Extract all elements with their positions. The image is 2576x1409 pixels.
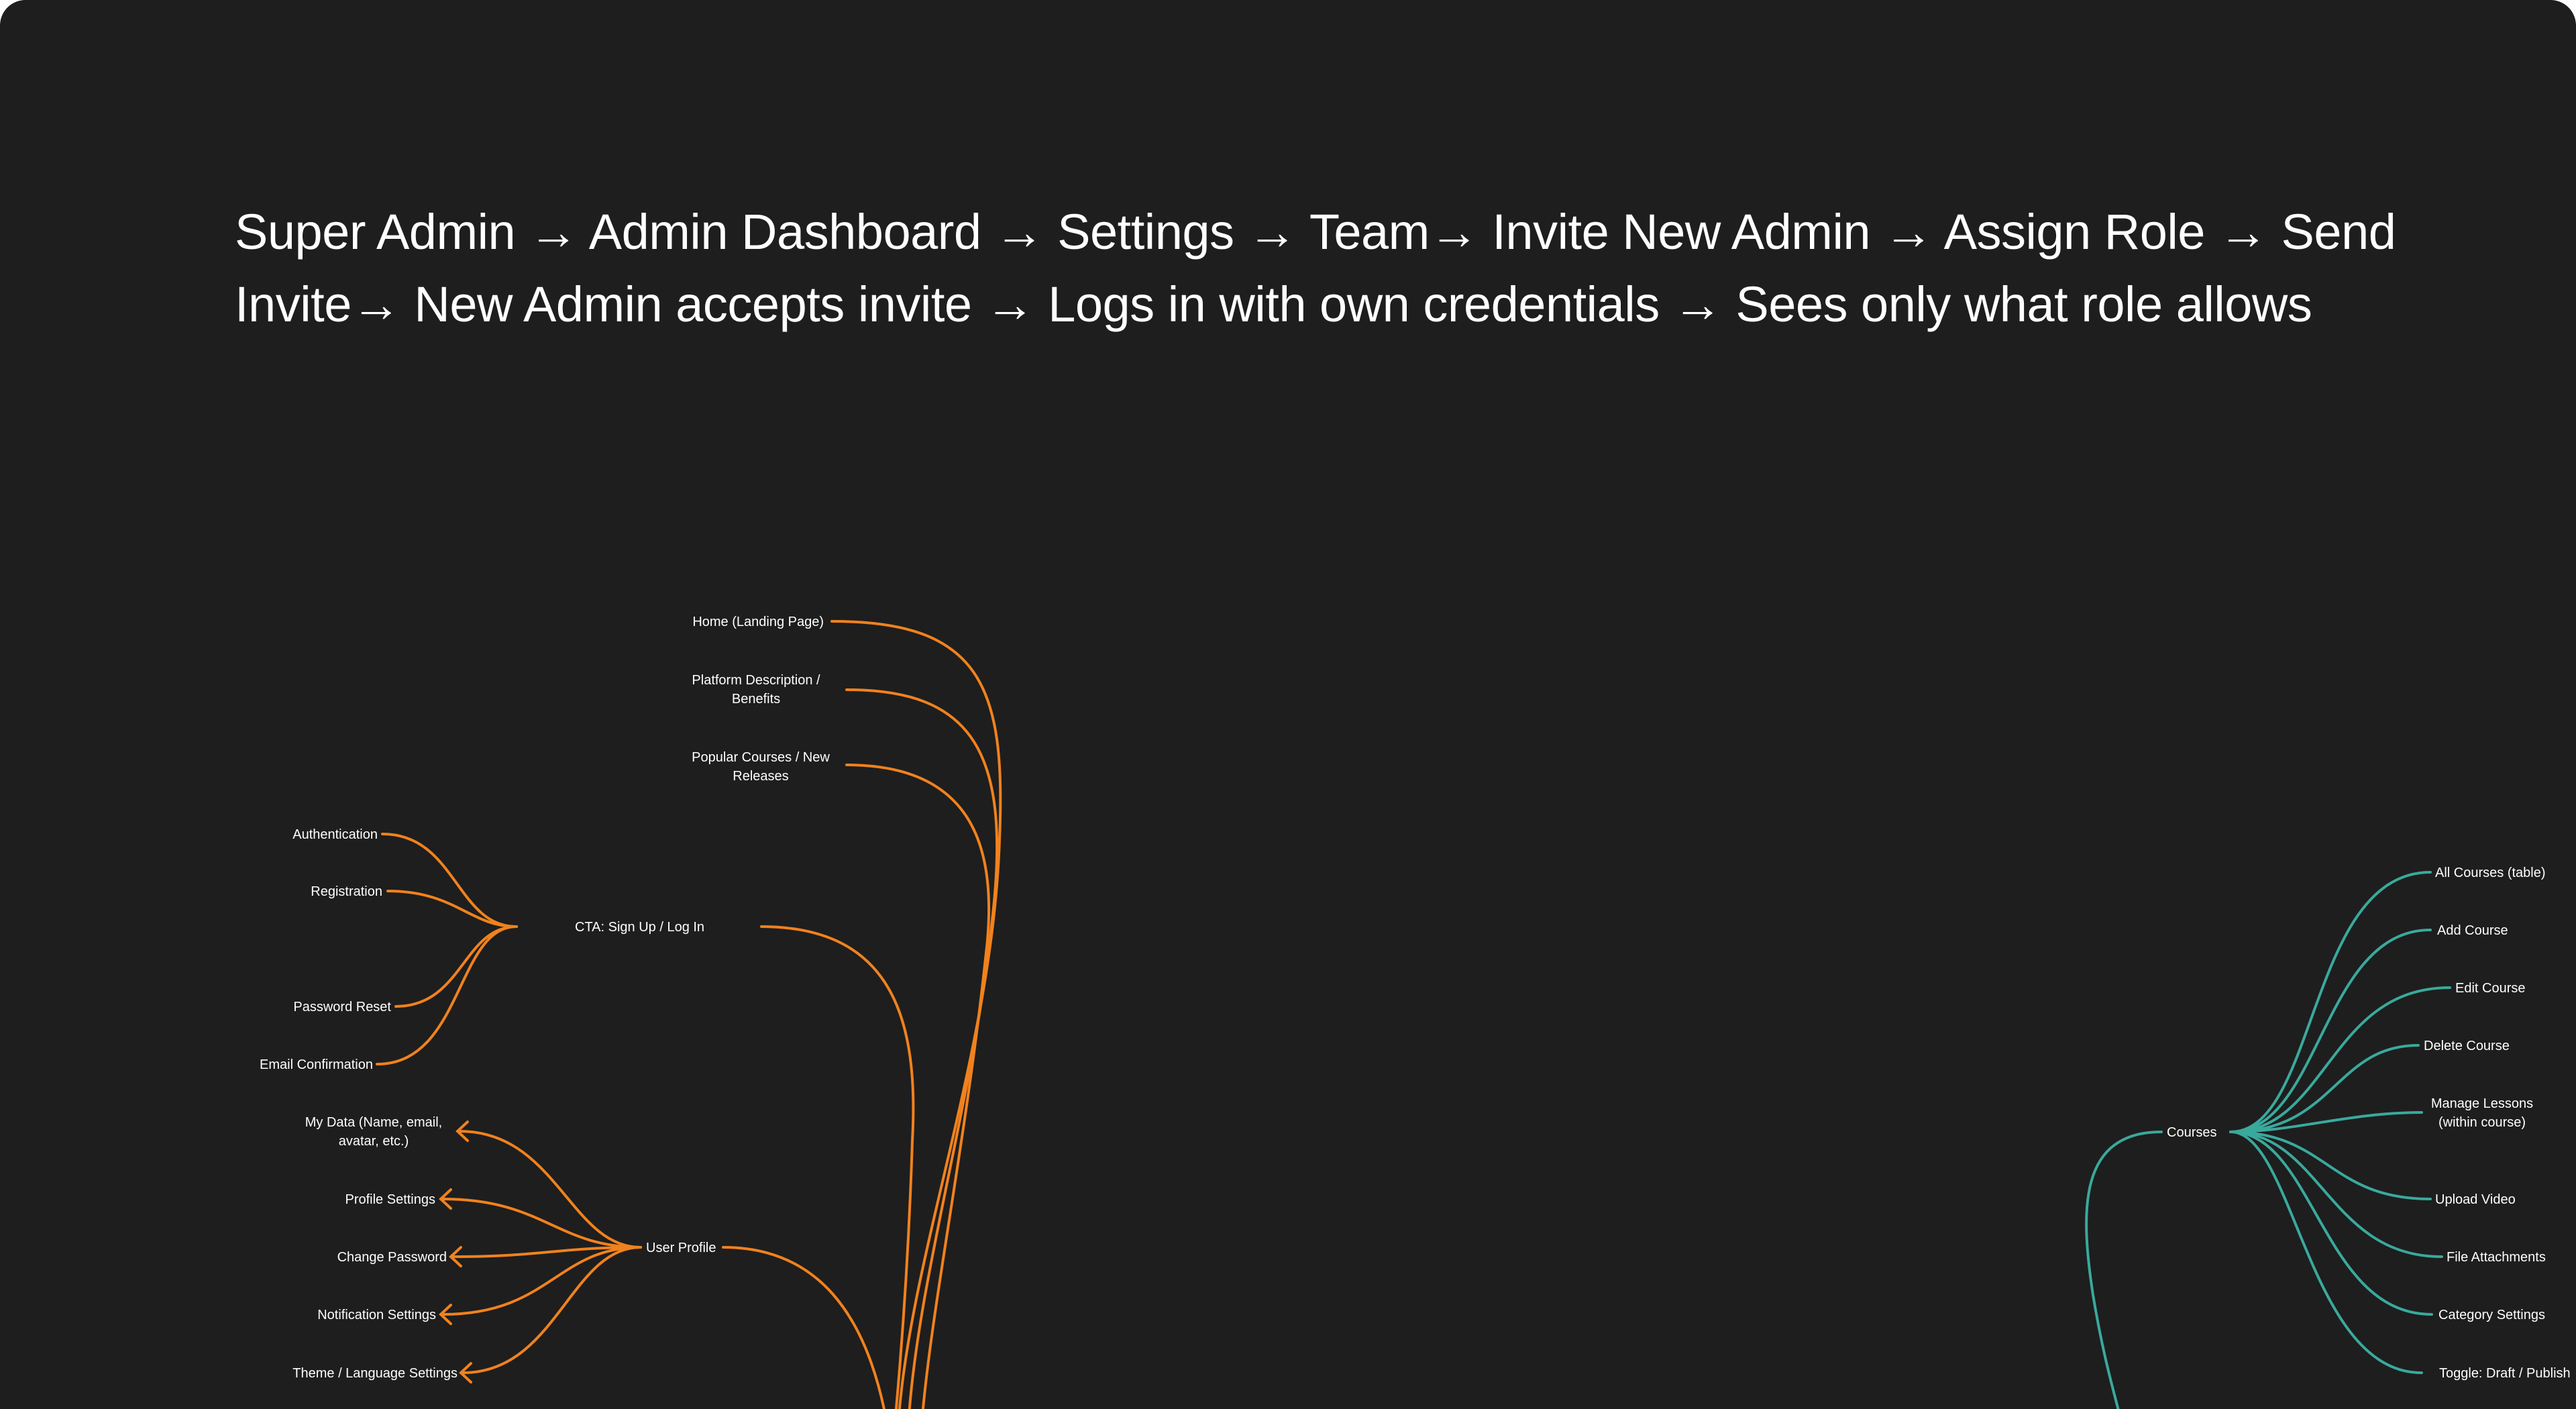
connector-add-course (2229, 929, 2432, 1133)
node-email-confirmation: Email Confirmation (260, 1057, 373, 1072)
mind-map: Home (Landing Page) Platform Description… (260, 615, 2571, 1409)
node-my-data-line-2: avatar, etc.) (339, 1134, 409, 1149)
node-cta: CTA: Sign Up / Log In (575, 920, 704, 935)
node-platform-line-1: Platform Description / (692, 673, 820, 688)
node-my-data-line-1: My Data (Name, email, (305, 1115, 443, 1130)
connector-toggle-publish (2229, 1131, 2423, 1374)
connector-all-courses (2229, 871, 2432, 1133)
node-popular-line-1: Popular Courses / New (692, 750, 830, 765)
orange-branch-connectors (376, 620, 1002, 1409)
connector-edit-course (2229, 986, 2451, 1133)
node-all-courses: All Courses (table) (2435, 866, 2546, 880)
connector-cta (760, 925, 915, 1409)
node-upload-video: Upload Video (2435, 1192, 2516, 1207)
orange-branch-labels: Home (Landing Page) Platform Description… (260, 615, 830, 1381)
connector-courses-root (2085, 1131, 2163, 1409)
connector-registration (386, 890, 518, 928)
node-theme-language: Theme / Language Settings (292, 1366, 458, 1381)
node-home: Home (Landing Page) (692, 615, 824, 629)
node-change-password: Change Password (337, 1250, 447, 1265)
node-edit-course: Edit Course (2455, 981, 2526, 996)
node-platform-line-2: Benefits (732, 692, 780, 707)
connector-email-confirmation (376, 925, 518, 1065)
connector-delete-course (2229, 1044, 2420, 1133)
node-password-reset: Password Reset (293, 1000, 391, 1014)
node-manage-lessons-line-1: Manage Lessons (2431, 1096, 2533, 1111)
connector-file-attachments (2229, 1131, 2443, 1258)
node-authentication: Authentication (292, 827, 378, 842)
node-add-course: Add Course (2437, 923, 2508, 938)
connector-my-data (458, 1130, 642, 1249)
connector-home (830, 620, 1002, 1409)
node-category-settings: Category Settings (2438, 1308, 2545, 1322)
node-delete-course: Delete Course (2424, 1039, 2510, 1053)
flow-canvas: Super Admin → Admin Dashboard → Settings… (0, 0, 2576, 1409)
node-file-attachments: File Attachments (2447, 1250, 2546, 1265)
node-user-profile: User Profile (646, 1241, 716, 1255)
teal-branch-labels: Courses All Courses (table) Add Course E… (2167, 866, 2571, 1381)
node-popular-line-2: Releases (733, 769, 788, 784)
node-notification-settings: Notification Settings (317, 1308, 436, 1322)
node-manage-lessons-line-2: (within course) (2438, 1115, 2526, 1130)
connector-authentication (381, 833, 518, 928)
node-registration: Registration (311, 884, 382, 899)
connector-category-settings (2229, 1131, 2433, 1316)
node-courses: Courses (2167, 1125, 2216, 1140)
teal-branch-connectors (2085, 871, 2451, 1409)
connector-profile (722, 1246, 885, 1409)
node-toggle-publish: Toggle: Draft / Publish (2439, 1366, 2571, 1381)
node-profile-settings: Profile Settings (345, 1192, 435, 1207)
